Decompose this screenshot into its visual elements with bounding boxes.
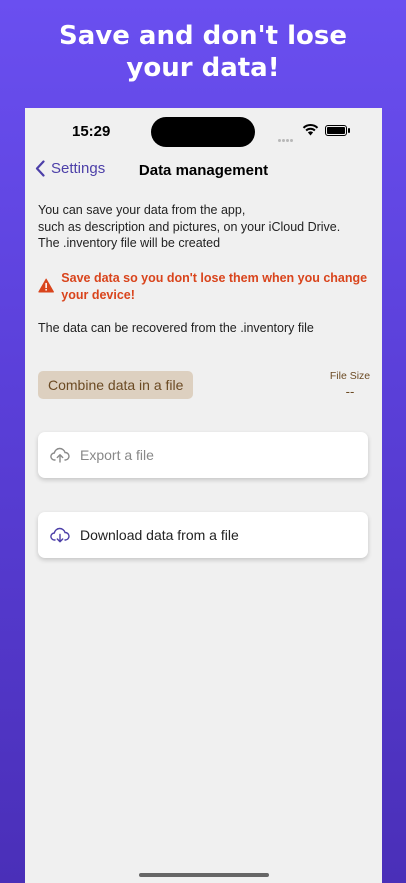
file-size-label: File Size	[329, 370, 371, 382]
export-file-label: Export a file	[80, 447, 154, 463]
headline-line-2: your data!	[126, 53, 280, 83]
description-line-2: such as description and pictures, on you…	[38, 219, 341, 234]
file-size: File Size --	[315, 370, 382, 399]
download-data-label: Download data from a file	[80, 527, 239, 543]
headline: Save and don't lose your data!	[0, 20, 406, 84]
home-indicator[interactable]	[139, 873, 269, 877]
warning-icon	[38, 278, 54, 293]
navigation-bar: Settings Data management	[25, 160, 382, 184]
export-file-button[interactable]: Export a file	[38, 432, 368, 478]
back-button-label: Settings	[51, 160, 106, 177]
status-time: 15:29	[72, 123, 111, 140]
file-size-value: --	[345, 384, 355, 399]
back-button[interactable]: Settings	[35, 160, 105, 177]
battery-icon	[325, 125, 347, 136]
description-line-3: The .inventory file will be created	[38, 236, 221, 250]
cloud-download-icon	[50, 527, 70, 543]
cloud-upload-icon	[50, 447, 70, 463]
recover-text: The data can be recovered from the .inve…	[38, 321, 314, 335]
warning-message: Save data so you don't lose them when yo…	[38, 270, 373, 303]
battery-tip	[348, 128, 350, 133]
phone-screen: 15:29 Settings Data management You can s…	[25, 108, 382, 883]
headline-line-1: Save and don't lose	[59, 21, 347, 51]
cellular-signal-icon	[278, 129, 296, 142]
wifi-icon	[302, 123, 319, 136]
chevron-left-icon	[35, 160, 45, 177]
warning-text: Save data so you don't lose them when yo…	[61, 271, 368, 302]
description-text: You can save your data from the app, suc…	[38, 202, 368, 252]
description-line-1: You can save your data from the app,	[38, 203, 246, 217]
download-data-button[interactable]: Download data from a file	[38, 512, 368, 558]
combine-data-button[interactable]: Combine data in a file	[38, 371, 194, 399]
status-bar: 15:29	[25, 108, 382, 158]
dynamic-island	[151, 117, 255, 147]
